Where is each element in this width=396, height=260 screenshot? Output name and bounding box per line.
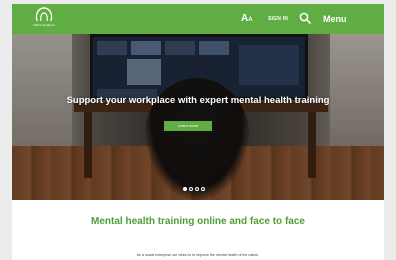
logo-text: MHFA England	[33, 23, 55, 27]
carousel-dots	[183, 187, 205, 191]
hero-overlay	[12, 34, 384, 200]
carousel-dot[interactable]	[189, 187, 193, 191]
text-size-button[interactable]: AA	[241, 12, 253, 27]
hero-banner: Support your workplace with expert menta…	[12, 34, 384, 200]
hero-heading: Support your workplace with expert menta…	[66, 95, 330, 106]
site-header: MHFA England AA SIGN IN Menu	[12, 4, 384, 34]
menu-button[interactable]: Menu	[323, 12, 347, 26]
sign-in-link[interactable]: SIGN IN	[268, 14, 288, 24]
mission-statement: As a social enterprise our vision is to …	[136, 253, 260, 257]
carousel-dot[interactable]	[201, 187, 205, 191]
carousel-dot[interactable]	[183, 187, 187, 191]
site-logo[interactable]: MHFA England	[30, 7, 58, 31]
logo-icon	[35, 7, 53, 22]
text-size-small: A	[248, 17, 253, 23]
learn-more-button[interactable]: Learn more	[164, 121, 212, 131]
carousel-dot[interactable]	[195, 187, 199, 191]
search-icon[interactable]	[299, 12, 311, 24]
page-frame: MHFA England AA SIGN IN Menu Support you…	[12, 4, 384, 260]
section-heading: Mental health training online and face t…	[91, 216, 305, 227]
